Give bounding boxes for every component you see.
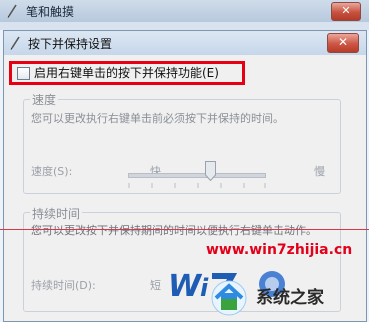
red-guide-line [0, 229, 369, 230]
speed-slow-label: 慢 [314, 165, 325, 178]
speed-description: 您可以更改执行右键单击前必须按下并保持的时间。 [31, 112, 284, 125]
speed-slider-thumb[interactable] [205, 161, 217, 181]
dialog-title-bar: 按下并保持设置 ✕ [4, 31, 366, 55]
speed-slider-track[interactable] [128, 173, 266, 178]
dialog-close-button[interactable]: ✕ [327, 33, 359, 53]
outer-window-frame [0, 22, 369, 30]
dialog-title: 按下并保持设置 [28, 37, 113, 51]
duration-slider-label: 持续时间(D): [31, 279, 96, 292]
pen-icon [10, 36, 20, 50]
watermark-url: www.win7zhijia.cn [206, 242, 353, 258]
house-logo-icon [211, 280, 247, 316]
duration-group-title: 持续时间 [30, 205, 83, 222]
speed-slider-ticks [128, 183, 266, 188]
outer-title-bar: 笔和触摸 [0, 0, 369, 22]
pen-icon [7, 4, 17, 18]
duration-description: 您可以更改按下并保持期间的时间以便执行右键单击动作。 [31, 224, 317, 237]
speed-slider-label: 速度(S): [31, 165, 73, 178]
outer-close-button[interactable]: ✕ [331, 2, 361, 21]
svg-text:W: W [168, 269, 203, 304]
watermark-site-name: 系统之家 [256, 288, 324, 308]
speed-group-title: 速度 [30, 91, 59, 108]
enable-press-hold-label[interactable]: 启用右键单击的按下并保持功能(E) [34, 64, 219, 81]
enable-press-hold-checkbox[interactable] [17, 67, 30, 80]
outer-window-title: 笔和触摸 [26, 5, 75, 19]
